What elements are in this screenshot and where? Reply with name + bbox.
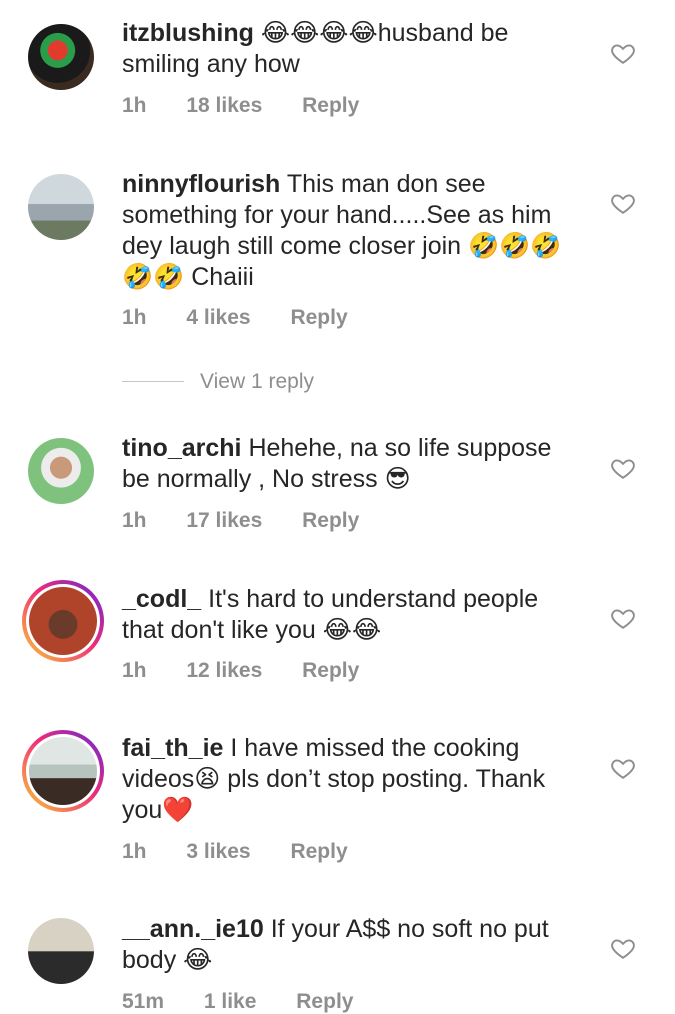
comment-likes[interactable]: 3 likes [186, 840, 250, 864]
view-replies-button[interactable]: View 1 reply [122, 370, 314, 394]
comment-meta: 51m 1 like Reply [122, 990, 387, 1014]
comment-time: 51m [122, 990, 165, 1013]
heart-outline-icon[interactable] [610, 455, 636, 481]
comment-text: ninnyflourish This man don see something… [122, 169, 582, 293]
comment-likes[interactable]: 18 likes [186, 94, 262, 118]
heart-outline-icon[interactable] [610, 755, 636, 781]
heart-outline-icon[interactable] [610, 40, 636, 66]
comment-username[interactable]: fai_th_ie [122, 734, 223, 762]
avatar[interactable] [24, 20, 98, 94]
comment-meta: 1h 17 likes Reply [122, 509, 393, 533]
avatar[interactable] [24, 914, 98, 988]
comment-username[interactable]: ninnyflourish [122, 170, 280, 198]
comment-likes[interactable]: 1 like [204, 990, 257, 1014]
comment-meta: 1h 12 likes Reply [122, 659, 393, 683]
comment-username[interactable]: _codl_ [122, 585, 201, 613]
reply-button[interactable]: Reply [290, 306, 347, 330]
emoji-group: 😂 [183, 946, 213, 974]
comment-text: itzblushing 😂😂😂😂husband be smiling any h… [122, 18, 582, 80]
comment-text: _codl_ It's hard to understand people th… [122, 584, 582, 646]
reply-button[interactable]: Reply [302, 509, 359, 533]
heart-outline-icon[interactable] [610, 605, 636, 631]
emoji-group: 😂😂 [322, 616, 382, 644]
reply-button[interactable]: Reply [302, 659, 359, 683]
comment-username[interactable]: itzblushing [122, 19, 254, 47]
comment-likes[interactable]: 12 likes [186, 659, 262, 683]
comment-time: 1h [122, 94, 147, 117]
reply-button[interactable]: Reply [296, 990, 353, 1014]
comment-username[interactable]: tino_archi [122, 434, 241, 462]
emoji: 😫 [194, 765, 221, 793]
comment-meta: 1h 3 likes Reply [122, 840, 382, 864]
comment-meta: 1h 18 likes Reply [122, 94, 393, 118]
comment-time: 1h [122, 840, 147, 863]
divider [122, 381, 184, 382]
reply-button[interactable]: Reply [302, 94, 359, 118]
comment-time: 1h [122, 659, 147, 682]
comment-text: fai_th_ie I have missed the cooking vide… [122, 733, 582, 826]
story-ring-avatar[interactable] [22, 730, 104, 812]
comment-username[interactable]: __ann._ie10 [122, 915, 264, 943]
reply-button[interactable]: Reply [290, 840, 347, 864]
comment-text: tino_archi Hehehe, na so life suppose be… [122, 433, 582, 495]
comment-likes[interactable]: 4 likes [186, 306, 250, 330]
comment-extra: Chaiii [191, 263, 254, 291]
emoji-group: 😂😂😂😂 [260, 19, 378, 47]
comment-time: 1h [122, 306, 147, 329]
emoji: ❤️ [162, 796, 194, 824]
comment-likes[interactable]: 17 likes [186, 509, 262, 533]
comment-meta: 1h 4 likes Reply [122, 306, 382, 330]
story-ring-avatar[interactable] [22, 580, 104, 662]
comment-time: 1h [122, 509, 147, 532]
emoji-group: 😎 [384, 465, 411, 493]
avatar[interactable] [24, 434, 98, 508]
heart-outline-icon[interactable] [610, 935, 636, 961]
view-replies-label: View 1 reply [200, 370, 315, 393]
comment-text: __ann._ie10 If your A$$ no soft no put b… [122, 914, 582, 976]
heart-outline-icon[interactable] [610, 190, 636, 216]
avatar[interactable] [24, 170, 98, 244]
